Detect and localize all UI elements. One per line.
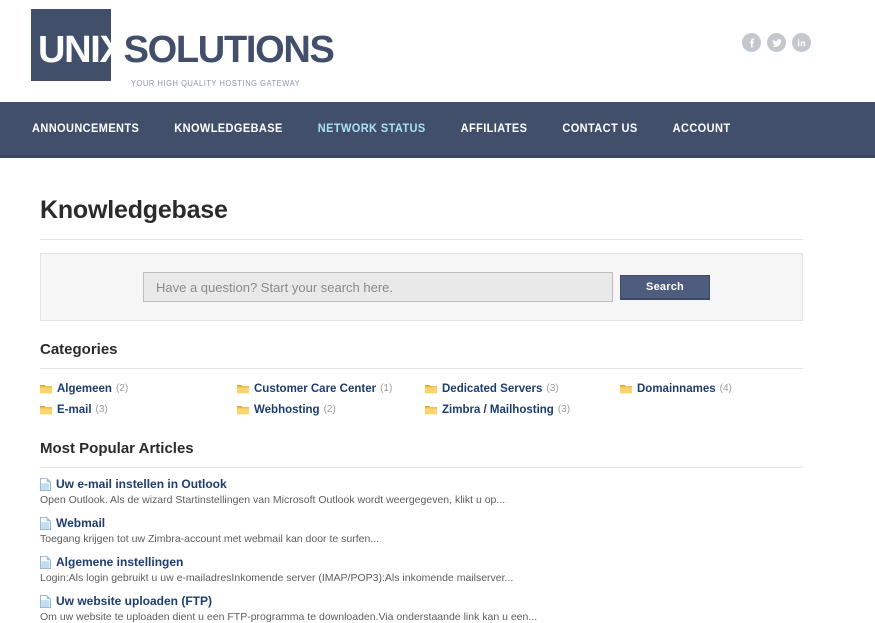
article-excerpt: Om uw website te uploaden dient u een FT…: [40, 611, 538, 623]
folder-icon: [620, 384, 632, 393]
main-navigation: ANNOUNCEMENTS KNOWLEDGEBASE NETWORK STAT…: [0, 102, 875, 158]
article-head: Webmail: [40, 516, 803, 530]
logo-text-unix: UNIX: [38, 29, 125, 71]
categories-heading: Categories: [40, 341, 118, 358]
categories-row: E-mail (3) Webhosting (2) Zimbra / Mailh…: [40, 399, 803, 420]
article-head: Uw website uploaden (FTP): [40, 594, 803, 608]
articles-heading: Most Popular Articles: [40, 440, 194, 457]
page-title: Knowledgebase: [40, 196, 228, 224]
category-count: (3): [546, 383, 559, 394]
article-title-link[interactable]: Uw website uploaden (FTP): [56, 594, 212, 608]
nav-item-announcements[interactable]: ANNOUNCEMENTS: [32, 122, 139, 135]
category-link[interactable]: Domainnames: [637, 383, 716, 395]
logo-tagline: YOUR HIGH QUALITY HOSTING GATEWAY: [131, 78, 301, 89]
article-title-link[interactable]: Uw e-mail instellen in Outlook: [56, 477, 227, 491]
category-count: (3): [95, 404, 108, 415]
search-button[interactable]: Search: [620, 274, 710, 300]
folder-icon: [237, 384, 249, 393]
article-item: Uw e-mail instellen in Outlook Open Outl…: [40, 477, 803, 507]
logo-text-solutions: SOLUTIONS: [123, 29, 335, 71]
category-count: (3): [557, 404, 571, 415]
category-link[interactable]: Webhosting: [254, 404, 320, 416]
folder-icon: [40, 384, 52, 393]
category-item-webhosting[interactable]: Webhosting (2): [237, 404, 425, 416]
main-content: Knowledgebase Search Categories Algemeen…: [0, 158, 875, 623]
twitter-icon[interactable]: [767, 33, 786, 52]
document-icon: [40, 555, 51, 569]
articles-list: Uw e-mail instellen in Outlook Open Outl…: [40, 468, 803, 623]
category-item-algemeen[interactable]: Algemeen (2): [40, 383, 237, 395]
category-item-domainnames[interactable]: Domainnames (4): [620, 383, 803, 395]
nav-item-affiliates[interactable]: AFFILIATES: [461, 122, 528, 135]
article-title-link[interactable]: Algemene instellingen: [56, 555, 183, 569]
nav-item-account[interactable]: ACCOUNT: [673, 122, 731, 135]
categories-list: Algemeen (2) Customer Care Center (1) De…: [40, 369, 803, 420]
document-icon: [40, 477, 51, 491]
folder-icon: [425, 405, 437, 414]
article-excerpt: Login:Als login gebruikt u uw e-mailadre…: [40, 572, 514, 584]
nav-item-contact-us[interactable]: CONTACT US: [562, 122, 637, 135]
category-link[interactable]: E-mail: [57, 404, 92, 416]
article-item: Webmail Toegang krijgen tot uw Zimbra-ac…: [40, 516, 803, 546]
folder-icon: [425, 384, 437, 393]
document-icon: [40, 516, 51, 530]
category-link[interactable]: Dedicated Servers: [442, 383, 542, 395]
category-link[interactable]: Customer Care Center: [254, 383, 376, 395]
category-item-e-mail[interactable]: E-mail (3): [40, 404, 237, 416]
article-head: Algemene instellingen: [40, 555, 803, 569]
nav-item-knowledgebase[interactable]: KNOWLEDGEBASE: [174, 122, 282, 135]
logo-wordmark: UNIXSOLUTIONS: [38, 29, 335, 71]
category-count: (2): [115, 383, 129, 394]
article-title-link[interactable]: Webmail: [56, 516, 105, 530]
article-excerpt: Toegang krijgen tot uw Zimbra-account me…: [40, 533, 380, 545]
article-excerpt: Open Outlook. Als de wizard Startinstell…: [40, 494, 506, 506]
article-item: Algemene instellingen Login:Als login ge…: [40, 555, 803, 585]
facebook-icon[interactable]: [742, 33, 761, 52]
social-links: [742, 33, 811, 52]
category-item-zimbra-mailhosting[interactable]: Zimbra / Mailhosting (3): [425, 404, 620, 416]
category-count: (2): [323, 404, 336, 415]
linkedin-icon[interactable]: [792, 33, 811, 52]
search-panel: Search: [40, 253, 803, 321]
site-header: UNIXSOLUTIONS YOUR HIGH QUALITY HOSTING …: [0, 0, 875, 102]
category-count: (1): [380, 383, 393, 394]
document-icon: [40, 594, 51, 608]
site-logo[interactable]: UNIXSOLUTIONS YOUR HIGH QUALITY HOSTING …: [31, 9, 335, 89]
category-link[interactable]: Zimbra / Mailhosting: [442, 404, 554, 416]
article-head: Uw e-mail instellen in Outlook: [40, 477, 803, 491]
categories-row: Algemeen (2) Customer Care Center (1) De…: [40, 378, 803, 399]
category-item-dedicated-servers[interactable]: Dedicated Servers (3): [425, 383, 620, 395]
folder-icon: [40, 405, 52, 414]
folder-icon: [237, 405, 249, 414]
nav-item-network-status[interactable]: NETWORK STATUS: [318, 122, 426, 135]
search-input[interactable]: [143, 272, 613, 302]
category-count: (4): [719, 383, 732, 394]
category-link[interactable]: Algemeen: [57, 383, 112, 395]
category-item-customer-care-center[interactable]: Customer Care Center (1): [237, 383, 425, 395]
title-divider: [40, 239, 803, 240]
article-item: Uw website uploaden (FTP) Om uw website …: [40, 594, 803, 623]
